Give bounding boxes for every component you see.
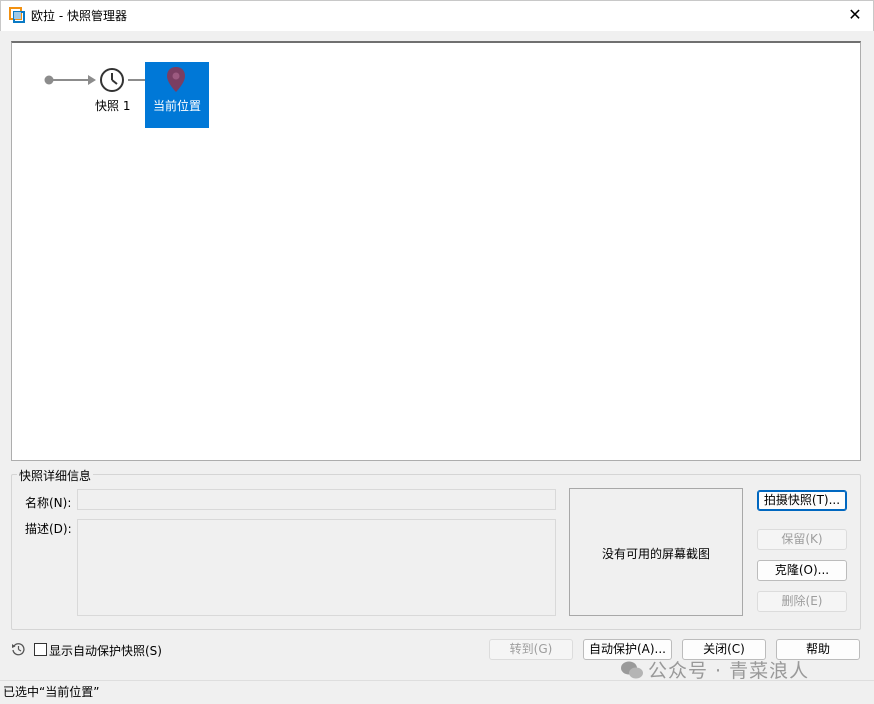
- snapshot-details-title: 快照详细信息: [17, 467, 94, 484]
- show-autoprotect-label[interactable]: 显示自动保护快照(S): [49, 642, 162, 659]
- wechat-icon: [621, 661, 643, 679]
- show-autoprotect-checkbox[interactable]: [34, 643, 47, 656]
- screenshot-preview-text: 没有可用的屏幕截图: [601, 547, 710, 561]
- location-pin-icon: [167, 67, 185, 92]
- description-label: 描述(D):: [25, 522, 72, 536]
- current-position-label: 当前位置: [153, 99, 202, 113]
- goto-button[interactable]: 转到(G): [489, 639, 573, 660]
- vmware-app-icon: [9, 7, 25, 23]
- name-field[interactable]: [77, 489, 556, 510]
- window-title: 欧拉 - 快照管理器: [31, 9, 127, 23]
- watermark-text: 公众号 · 青菜浪人: [648, 660, 810, 682]
- take-snapshot-button[interactable]: 拍摄快照(T)...: [757, 490, 847, 511]
- snapshot-1-label[interactable]: 快照 1: [95, 97, 130, 114]
- close-window-icon[interactable]: ✕: [844, 4, 866, 26]
- name-label: 名称(N):: [25, 496, 72, 510]
- snapshot-clock-icon[interactable]: [99, 67, 125, 93]
- snapshot-tree-canvas[interactable]: [11, 41, 861, 461]
- title-bar: [0, 0, 874, 31]
- description-field[interactable]: [77, 519, 556, 616]
- delete-button[interactable]: 删除(E): [757, 591, 847, 612]
- clone-button[interactable]: 克隆(O)...: [757, 560, 847, 581]
- history-clock-icon: [12, 643, 25, 656]
- keep-button[interactable]: 保留(K): [757, 529, 847, 550]
- status-bar: [0, 680, 874, 704]
- status-text: 已选中“当前位置”: [3, 685, 100, 699]
